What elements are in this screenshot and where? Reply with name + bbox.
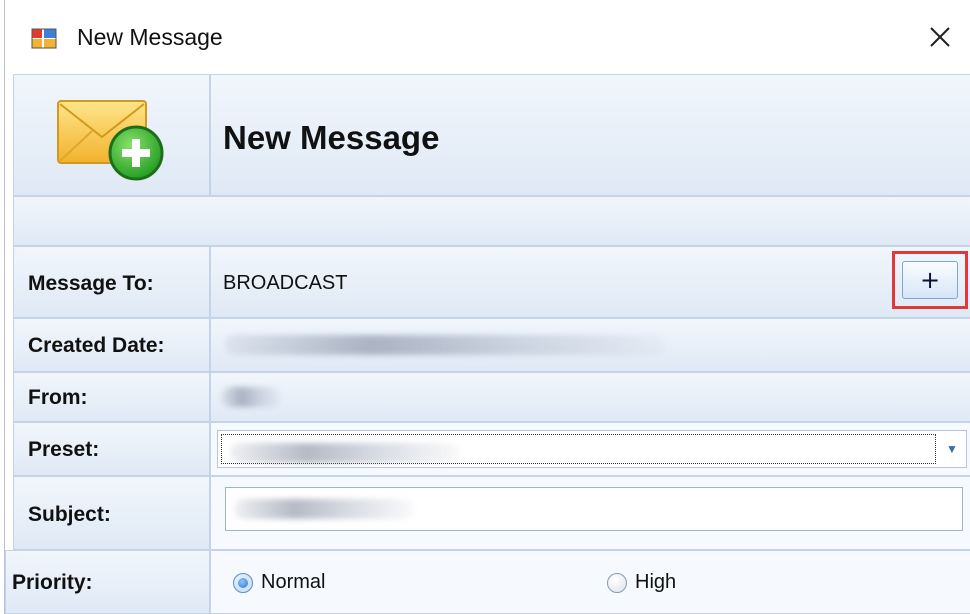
priority-label-cell: Priority: — [5, 550, 210, 614]
radio-unchecked-icon — [607, 572, 627, 593]
preset-selected-redacted — [230, 443, 460, 463]
app-window-icon — [31, 28, 57, 49]
preset-dropdown[interactable]: ▼ — [217, 430, 967, 468]
priority-high-label: High — [635, 571, 677, 593]
priority-label: Priority: — [12, 571, 93, 594]
close-button[interactable] — [915, 12, 965, 62]
priority-options-cell: Normal High — [210, 550, 970, 614]
from-label: From: — [28, 386, 88, 409]
subject-input[interactable] — [225, 487, 963, 531]
created-date-value-cell — [210, 318, 970, 372]
created-date-label-cell: Created Date: — [13, 318, 210, 372]
message-to-value-cell: BROADCAST — [210, 246, 970, 318]
header-icon-cell — [13, 74, 210, 196]
header-title-cell: New Message — [210, 74, 970, 196]
spacer-row — [13, 196, 970, 246]
message-form: New Message Message To: BROADCAST + Crea… — [5, 74, 970, 614]
radio-checked-icon — [233, 572, 253, 593]
message-to-label: Message To: — [28, 272, 154, 295]
add-recipient-button[interactable]: + — [892, 251, 968, 309]
preset-value-cell: ▼ — [210, 422, 970, 476]
priority-high-radio[interactable]: High — [607, 571, 676, 594]
subject-value-redacted — [234, 499, 414, 519]
subject-label: Subject: — [28, 503, 111, 526]
close-icon — [930, 27, 950, 47]
message-to-value: BROADCAST — [223, 272, 348, 294]
subject-label-cell: Subject: — [13, 476, 210, 550]
priority-normal-label: Normal — [261, 571, 326, 593]
new-message-window: New Message New Message Message To: BROA… — [4, 0, 970, 614]
window-title: New Message — [77, 24, 223, 50]
priority-normal-radio[interactable]: Normal — [233, 571, 325, 594]
add-recipient-plus: + — [902, 261, 958, 299]
envelope-add-icon — [57, 100, 164, 181]
title-bar: New Message — [5, 0, 970, 74]
chevron-down-icon[interactable]: ▼ — [938, 431, 966, 467]
from-value-redacted — [221, 387, 281, 407]
created-date-value-redacted — [225, 335, 665, 355]
preset-label-cell: Preset: — [13, 422, 210, 476]
subject-value-cell — [210, 476, 970, 550]
created-date-label: Created Date: — [28, 334, 165, 357]
preset-dropdown-focus — [221, 434, 936, 464]
message-to-label-cell: Message To: — [13, 246, 210, 318]
from-value-cell — [210, 372, 970, 422]
from-label-cell: From: — [13, 372, 210, 422]
preset-label: Preset: — [28, 438, 100, 461]
header-title: New Message — [223, 119, 440, 156]
